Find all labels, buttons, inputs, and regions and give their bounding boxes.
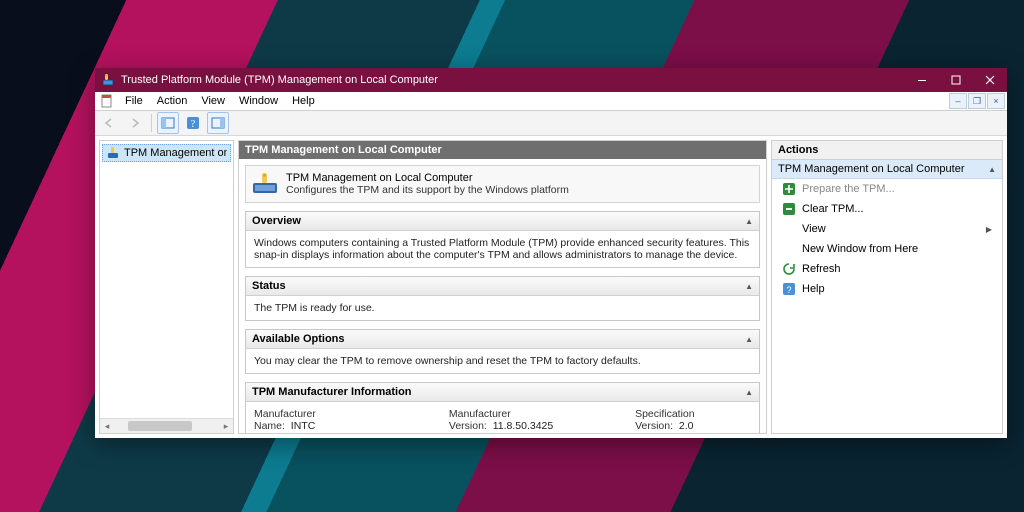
collapse-icon: ▲ [745,335,753,344]
submenu-arrow-icon: ▶ [986,225,992,234]
options-section: Available Options ▲ You may clear the TP… [245,329,760,374]
mmc-body: TPM Management on Local Comp ◂ ▸ TPM Man… [95,136,1007,438]
svg-text:?: ? [786,285,791,295]
svg-text:?: ? [191,119,196,130]
mdi-child-buttons: – ❐ × [949,93,1005,109]
menu-view[interactable]: View [194,94,232,108]
action-help-label: Help [802,283,825,295]
collapse-icon: ▲ [745,217,753,226]
mfr-name-value: INTC [291,420,316,432]
mdi-close-button[interactable]: × [987,93,1005,109]
scroll-left-arrow[interactable]: ◂ [100,421,114,432]
action-clear-tpm[interactable]: Clear TPM... [772,199,1002,219]
actions-header: Actions [772,141,1002,160]
scroll-right-arrow[interactable]: ▸ [219,421,233,432]
action-help[interactable]: ? Help [772,279,1002,299]
actions-body: TPM Management on Local Computer ▲ Prepa… [772,160,1002,433]
menu-window[interactable]: Window [232,94,285,108]
tpm-node-icon [106,146,120,160]
actions-pane: Actions TPM Management on Local Computer… [771,140,1003,434]
options-body: You may clear the TPM to remove ownershi… [246,349,759,373]
window-title: Trusted Platform Module (TPM) Management… [121,74,905,86]
options-header[interactable]: Available Options ▲ [246,330,759,349]
action-new-window-label: New Window from Here [802,243,918,255]
collapse-icon: ▲ [745,388,753,397]
menu-action[interactable]: Action [150,94,195,108]
tpm-app-icon [101,73,115,87]
intro-title: TPM Management on Local Computer [286,172,569,184]
status-header[interactable]: Status ▲ [246,277,759,296]
status-body: The TPM is ready for use. [246,296,759,320]
overview-header[interactable]: Overview ▲ [246,212,759,231]
tpm-intro-icon [252,172,278,194]
collapse-icon: ▲ [745,282,753,291]
options-title: Available Options [252,333,345,345]
action-new-window[interactable]: New Window from Here [772,239,1002,259]
action-prepare-label: Prepare the TPM... [802,183,895,195]
overview-section: Overview ▲ Windows computers containing … [245,211,760,268]
close-button[interactable] [973,68,1007,92]
blank-icon [782,242,796,256]
forward-button[interactable] [124,112,146,134]
tree-root-label: TPM Management on Local Comp [124,147,227,159]
tree-root-item[interactable]: TPM Management on Local Comp [102,144,231,162]
scroll-thumb[interactable] [128,421,192,431]
titlebar[interactable]: Trusted Platform Module (TPM) Management… [95,68,1007,92]
status-section: Status ▲ The TPM is ready for use. [245,276,760,321]
prepare-icon [782,182,796,196]
collapse-icon: ▲ [988,165,996,174]
tree-pane: TPM Management on Local Comp ◂ ▸ [99,140,234,434]
mdi-minimize-button[interactable]: – [949,93,967,109]
action-view-label: View [802,223,826,235]
menu-help[interactable]: Help [285,94,322,108]
menubar: File Action View Window Help – ❐ × [95,92,1007,111]
manufacturer-section: TPM Manufacturer Information ▲ Manufactu… [245,382,760,433]
minimize-button[interactable] [905,68,939,92]
refresh-icon [782,262,796,276]
center-pane-header: TPM Management on Local Computer [239,141,766,159]
maximize-button[interactable] [939,68,973,92]
overview-title: Overview [252,215,301,227]
mfr-version-value: 11.8.50.3425 [493,420,554,432]
tree: TPM Management on Local Comp [100,141,233,418]
help-button[interactable]: ? [182,112,204,134]
help-icon: ? [782,282,796,296]
spec-version-value: 2.0 [679,420,694,432]
intro-panel: TPM Management on Local Computer Configu… [245,165,760,203]
console-doc-icon [100,94,114,108]
clear-icon [782,202,796,216]
mdi-restore-button[interactable]: ❐ [968,93,986,109]
blank-icon [782,222,796,236]
status-title: Status [252,280,286,292]
show-hide-actions-button[interactable] [207,112,229,134]
center-pane: TPM Management on Local Computer TPM Man… [238,140,767,434]
back-button[interactable] [99,112,121,134]
intro-subtitle: Configures the TPM and its support by th… [286,184,569,196]
action-clear-label: Clear TPM... [802,203,864,215]
manufacturer-body: Manufacturer Name: INTC Manufacturer Ver… [246,402,759,433]
tree-horizontal-scrollbar[interactable]: ◂ ▸ [100,418,233,433]
tpm-mmc-window: Trusted Platform Module (TPM) Management… [95,68,1007,438]
actions-group-label: TPM Management on Local Computer [778,163,964,175]
manufacturer-header[interactable]: TPM Manufacturer Information ▲ [246,383,759,402]
action-refresh[interactable]: Refresh [772,259,1002,279]
manufacturer-title: TPM Manufacturer Information [252,386,412,398]
actions-group-title[interactable]: TPM Management on Local Computer ▲ [772,160,1002,179]
overview-body: Windows computers containing a Trusted P… [246,231,759,267]
center-content: TPM Management on Local Computer Configu… [239,159,766,433]
action-prepare-tpm[interactable]: Prepare the TPM... [772,179,1002,199]
show-hide-tree-button[interactable] [157,112,179,134]
toolbar-separator [151,114,152,132]
toolbar: ? [95,111,1007,136]
intro-text: TPM Management on Local Computer Configu… [286,172,569,196]
action-view[interactable]: View ▶ [772,219,1002,239]
action-refresh-label: Refresh [802,263,841,275]
menu-file[interactable]: File [118,94,150,108]
